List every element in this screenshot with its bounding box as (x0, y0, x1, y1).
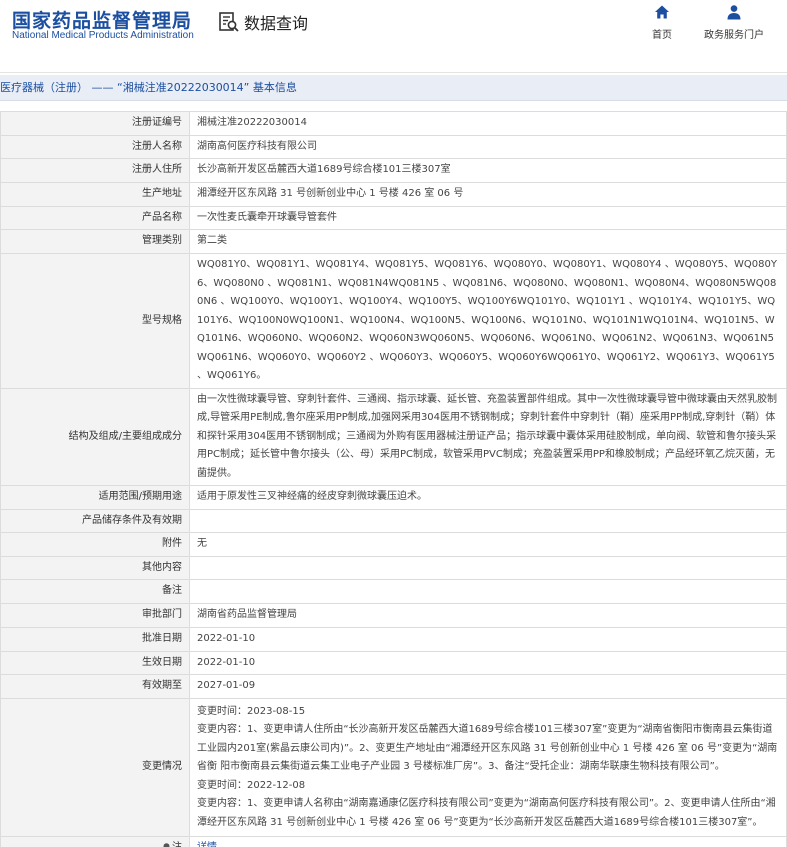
row-value: WQ081Y0、WQ081Y1、WQ081Y4、WQ081Y5、WQ081Y6、… (189, 253, 787, 389)
row-value: 适用于原发性三叉神经痛的经皮穿刺微球囊压迫术。 (189, 485, 787, 510)
row-label: 注 (172, 842, 182, 847)
row-value: 湖南省药品监督管理局 (189, 603, 787, 628)
row-value: 2022-01-10 (189, 650, 787, 675)
note-value: 详情 (189, 836, 787, 847)
row-value (189, 579, 787, 604)
breadcrumb-category[interactable]: 医疗器械（注册） (0, 81, 88, 94)
table-row: 备注 (0, 579, 787, 604)
logo-subtitle: National Medical Products Administration (12, 30, 194, 41)
table-row: 审批部门 湖南省药品监督管理局 (0, 603, 787, 628)
breadcrumb-separator: —— (91, 81, 114, 94)
table-row: 适用范围/预期用途 适用于原发性三叉神经痛的经皮穿刺微球囊压迫术。 (0, 485, 787, 510)
row-value: 一次性麦氏囊牵开球囊导管套件 (189, 205, 787, 230)
row-label: 管理类别 (0, 229, 190, 254)
row-label: 批准日期 (0, 626, 190, 652)
nav-gov-portal[interactable]: 政务服务门户 (704, 4, 764, 41)
row-label: 附件 (0, 532, 190, 557)
site-header: 国家药品监督管理局 National Medical Products Admi… (0, 0, 787, 60)
row-label: 注册证编号 (0, 111, 190, 136)
breadcrumb-suffix: 基本信息 (252, 81, 297, 94)
user-icon (727, 5, 741, 20)
table-row: 注册证编号 湘械注准20222030014 (0, 111, 787, 136)
row-value: 2027-01-09 (189, 674, 787, 699)
note-label: 注 (0, 836, 190, 847)
row-value: 湖南高何医疗科技有限公司 (189, 134, 787, 159)
table-row: 注册人名称 湖南高何医疗科技有限公司 (0, 134, 787, 159)
nav-home[interactable]: 首页 (652, 4, 672, 41)
table-row: 管理类别 第二类 (0, 229, 787, 254)
table-row: 产品名称 一次性麦氏囊牵开球囊导管套件 (0, 205, 787, 230)
row-label: 其他内容 (0, 556, 190, 580)
row-value: 无 (189, 532, 787, 557)
data-query-link[interactable]: 数据查询 (218, 10, 308, 34)
data-query-icon (219, 12, 239, 32)
row-label: 审批部门 (0, 603, 190, 628)
nav-gov-label: 政务服务门户 (704, 30, 764, 41)
row-label: 备注 (0, 579, 190, 604)
table-row: 其他内容 (0, 556, 787, 580)
table-row: 有效期至 2027-01-09 (0, 674, 787, 699)
row-label: 变更情况 (0, 698, 190, 837)
row-value: 由一次性微球囊导管、穿刺针套件、三通阀、指示球囊、延长管、充盈装置部件组成。其中… (189, 387, 787, 486)
breadcrumb: 医疗器械（注册） —— “湘械注准20222030014” 基本信息 (0, 75, 787, 101)
row-label: 注册人住所 (0, 158, 190, 183)
row-value (189, 556, 787, 580)
table-row: 变更情况 变更时间：2023-08-15 变更内容：1、变更申请人住所由“长沙高… (0, 698, 787, 837)
row-value (189, 509, 787, 533)
row-value: 长沙高新开发区岳麓西大道1689号综合楼101三楼307室 (189, 158, 787, 183)
pin-icon (163, 842, 170, 847)
home-icon (655, 5, 669, 19)
table-row: 注册人住所 长沙高新开发区岳麓西大道1689号综合楼101三楼307室 (0, 158, 787, 183)
table-row: 型号规格 WQ081Y0、WQ081Y1、WQ081Y4、WQ081Y5、WQ0… (0, 253, 787, 389)
details-link[interactable]: 详情 (197, 842, 217, 847)
row-label: 结构及组成/主要组成成分 (0, 387, 190, 486)
table-row: 附件 无 (0, 532, 787, 557)
row-label: 生产地址 (0, 182, 190, 207)
table-row: 注 详情 (0, 836, 787, 847)
nav-home-label: 首页 (652, 30, 672, 41)
row-value: 第二类 (189, 229, 787, 254)
table-row: 生产地址 湘潭经开区东风路 31 号创新创业中心 1 号楼 426 室 06 号 (0, 182, 787, 207)
table-row: 批准日期 2022-01-10 (0, 626, 787, 652)
row-label: 型号规格 (0, 253, 190, 389)
row-label: 产品储存条件及有效期 (0, 509, 190, 533)
row-label: 适用范围/预期用途 (0, 485, 190, 510)
detail-table: 注册证编号 湘械注准20222030014 注册人名称 湖南高何医疗科技有限公司… (0, 111, 787, 847)
row-label: 注册人名称 (0, 134, 190, 159)
table-row: 结构及组成/主要组成成分 由一次性微球囊导管、穿刺针套件、三通阀、指示球囊、延长… (0, 387, 787, 486)
row-label: 生效日期 (0, 650, 190, 675)
breadcrumb-record: “湘械注准20222030014” (117, 81, 250, 94)
logo-title[interactable]: 国家药品监督管理局 (12, 6, 192, 33)
row-value: 湘械注准20222030014 (189, 111, 787, 136)
row-value: 变更时间：2023-08-15 变更内容：1、变更申请人住所由“长沙高新开发区岳… (189, 698, 787, 837)
header-divider (0, 72, 787, 73)
row-value: 2022-01-10 (189, 626, 787, 652)
row-label: 有效期至 (0, 674, 190, 699)
row-label: 产品名称 (0, 205, 190, 230)
table-row: 产品储存条件及有效期 (0, 509, 787, 533)
data-query-title: 数据查询 (244, 14, 309, 33)
table-row: 生效日期 2022-01-10 (0, 650, 787, 675)
row-value: 湘潭经开区东风路 31 号创新创业中心 1 号楼 426 室 06 号 (189, 182, 787, 207)
